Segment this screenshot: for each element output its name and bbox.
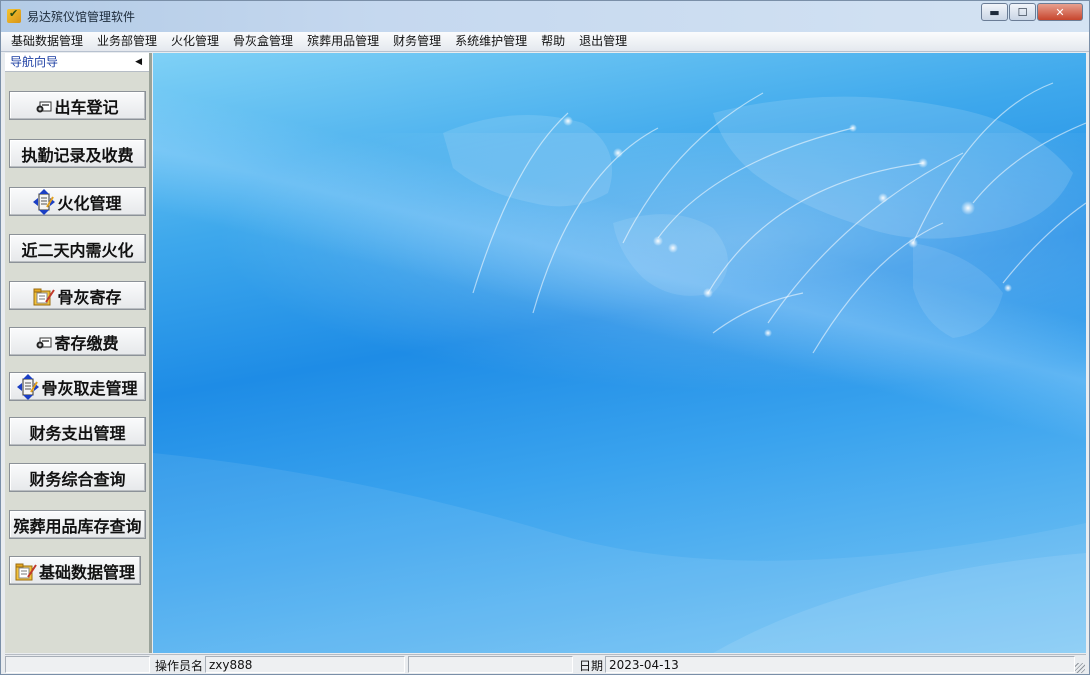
nav-button-label: 执勤记录及收费	[21, 145, 134, 165]
folder-edit-icon	[33, 286, 56, 306]
title-bar[interactable]: 易达殡仪馆管理软件 ▬ ☐ ✕	[1, 1, 1089, 32]
menu-system-maintenance[interactable]: 系统维护管理	[448, 32, 534, 51]
nav-button-ash-storage[interactable]: 骨灰寄存	[9, 281, 146, 310]
nav-header-label: 导航向导	[10, 55, 59, 69]
maximize-button[interactable]: ☐	[1009, 3, 1036, 21]
menu-bar: 基础数据管理 业务部管理 火化管理 骨灰盒管理 殡葬用品管理 财务管理 系统维护…	[1, 32, 1089, 52]
nav-button-vehicle-dispatch[interactable]: 出车登记	[9, 91, 146, 120]
app-logo-icon	[7, 7, 21, 23]
operator-label: 操作员名	[155, 659, 204, 673]
date-value: 2023-04-13	[609, 658, 679, 672]
app-window: 易达殡仪馆管理软件 ▬ ☐ ✕ 基础数据管理 业务部管理 火化管理 骨灰盒管理 …	[0, 0, 1090, 675]
menu-cremation[interactable]: 火化管理	[164, 32, 226, 51]
folder-edit-icon	[15, 561, 37, 581]
collapse-arrow-icon[interactable]: ◀	[135, 53, 142, 71]
menu-exit[interactable]: 退出管理	[572, 32, 634, 51]
nav-button-label: 火化管理	[57, 193, 122, 213]
nav-button-label: 基础数据管理	[38, 562, 135, 582]
menu-finance[interactable]: 财务管理	[386, 32, 448, 51]
menu-business-dept[interactable]: 业务部管理	[90, 32, 164, 51]
status-cell-blank	[5, 656, 150, 673]
menu-funeral-supplies[interactable]: 殡葬用品管理	[300, 32, 386, 51]
nav-button-basic-data[interactable]: 基础数据管理	[9, 556, 141, 585]
menu-urn[interactable]: 骨灰盒管理	[226, 32, 300, 51]
arrows-icon	[33, 188, 56, 215]
nav-button-label: 骨灰取走管理	[41, 378, 138, 398]
main-background-area	[153, 53, 1086, 653]
date-label: 日期	[579, 659, 604, 673]
nav-button-label: 殡葬用品库存查询	[13, 516, 142, 536]
world-network-graphic	[153, 82, 1086, 653]
operator-field: zxy888	[205, 656, 405, 673]
date-field: 2023-04-13	[605, 656, 1075, 673]
nav-button-label: 财务综合查询	[29, 469, 126, 489]
operator-value: zxy888	[209, 658, 253, 672]
minimize-button[interactable]: ▬	[981, 3, 1008, 21]
nav-button-cremation-next-two-days[interactable]: 近二天内需火化	[9, 234, 146, 263]
resize-grip-icon[interactable]	[1075, 663, 1085, 673]
car-icon	[36, 335, 52, 349]
navigation-sidebar: 导航向导 ◀ 出车登记 执勤记录及收费 火化管理 近二天内需火化 骨灰寄存 寄存…	[5, 53, 152, 653]
nav-button-supplies-inventory[interactable]: 殡葬用品库存查询	[9, 510, 146, 539]
nav-button-label: 出车登记	[54, 97, 119, 117]
car-icon	[36, 99, 52, 113]
window-title: 易达殡仪馆管理软件	[27, 10, 136, 24]
nav-button-ash-pickup-management[interactable]: 骨灰取走管理	[9, 372, 146, 401]
nav-header: 导航向导 ◀	[5, 53, 149, 72]
nav-button-finance-expense[interactable]: 财务支出管理	[9, 417, 146, 446]
menu-basic-data[interactable]: 基础数据管理	[1, 32, 90, 51]
nav-button-label: 骨灰寄存	[57, 287, 122, 307]
arrows-icon	[17, 373, 40, 400]
status-bar: 操作员名 zxy888 日期 2023-04-13	[5, 654, 1086, 674]
menu-help[interactable]: 帮助	[534, 32, 572, 51]
close-button[interactable]: ✕	[1037, 3, 1083, 21]
nav-button-label: 近二天内需火化	[21, 240, 134, 260]
nav-button-label: 寄存缴费	[54, 333, 119, 353]
nav-button-cremation-management[interactable]: 火化管理	[9, 187, 146, 216]
status-cell-spacer	[408, 656, 573, 673]
nav-button-label: 财务支出管理	[29, 423, 126, 443]
nav-button-finance-query[interactable]: 财务综合查询	[9, 463, 146, 492]
nav-button-storage-payment[interactable]: 寄存缴费	[9, 327, 146, 356]
nav-button-duty-record-fees[interactable]: 执勤记录及收费	[9, 139, 146, 168]
window-controls: ▬ ☐ ✕	[980, 3, 1083, 21]
